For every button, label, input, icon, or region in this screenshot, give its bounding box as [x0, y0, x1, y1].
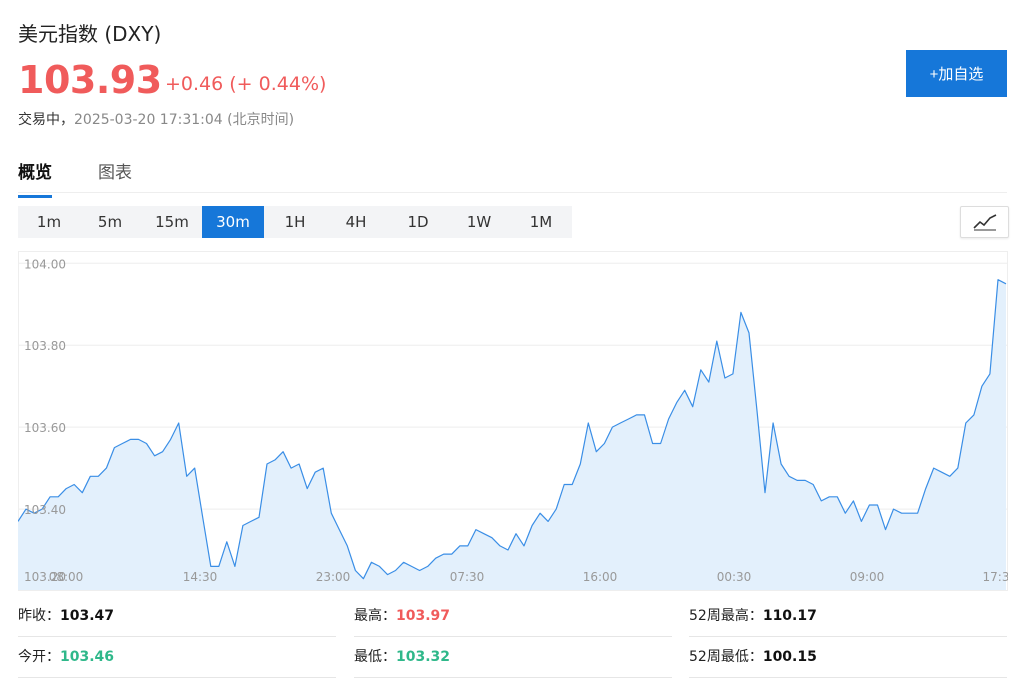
stat-prev-close: 昨收：103.47	[18, 596, 336, 637]
trading-status: 交易中，2025-03-20 17:31:04 (北京时间)	[18, 109, 294, 129]
x-tick-label: 07:30	[450, 570, 485, 584]
status-label: 交易中，	[18, 112, 74, 128]
line-chart-icon	[972, 214, 996, 231]
interval-1m[interactable]: 1m	[18, 206, 80, 238]
chart-type-toggle[interactable]	[960, 206, 1009, 238]
stats-table: 昨收：103.47 最高：103.97 52周最高：110.17 今开：103.…	[18, 596, 1007, 680]
x-tick-label: 16:00	[583, 570, 618, 584]
stat-high: 最高：103.97	[354, 596, 672, 637]
stat-52w-low: 52周最低：100.15	[689, 637, 1007, 678]
price-chart[interactable]: 103.20103.40103.60103.80104.0008:00 14:30…	[18, 251, 1008, 591]
low-value: 103.32	[396, 649, 451, 665]
y-tick-label: 103.60	[24, 421, 66, 435]
price-change: +0.46 (+ 0.44%)	[165, 73, 327, 95]
interval-4h[interactable]: 4H	[325, 206, 387, 238]
y-tick-label: 104.00	[24, 257, 66, 271]
tab-overview[interactable]: 概览	[18, 158, 52, 198]
prev-close-value: 103.47	[60, 608, 115, 624]
current-price: 103.93	[18, 58, 162, 102]
stat-52w-high: 52周最高：110.17	[689, 596, 1007, 637]
stat-low: 最低：103.32	[354, 637, 672, 678]
high-value: 103.97	[396, 608, 451, 624]
interval-1w[interactable]: 1W	[448, 206, 510, 238]
interval-15m[interactable]: 15m	[141, 206, 203, 238]
y-tick-label: 103.40	[24, 503, 66, 517]
add-watchlist-button[interactable]: +加自选	[906, 50, 1007, 97]
x-tick-label: 09:00	[850, 570, 885, 584]
tab-bar: 概览 图表	[18, 152, 1007, 198]
page-title: 美元指数 (DXY)	[18, 22, 162, 46]
timestamp: 2025-03-20 17:31:04 (北京时间)	[74, 112, 295, 128]
interval-1d[interactable]: 1D	[387, 206, 449, 238]
y-tick-label: 103.80	[24, 339, 66, 353]
interval-5m[interactable]: 5m	[79, 206, 141, 238]
x-tick-label: 08:00	[49, 570, 84, 584]
open-value: 103.46	[60, 649, 115, 665]
low52-value: 100.15	[762, 649, 817, 665]
interval-selector: 1m 5m 15m 30m 1H 4H 1D 1W 1M	[18, 206, 572, 238]
x-tick-label: 00:30	[717, 570, 752, 584]
x-tick-label: 17:3	[983, 570, 1008, 584]
interval-30m[interactable]: 30m	[202, 206, 264, 238]
interval-1mo[interactable]: 1M	[510, 206, 572, 238]
x-tick-label: 14:30	[183, 570, 218, 584]
x-tick-label: 23:00	[316, 570, 351, 584]
high52-value: 110.17	[762, 608, 817, 624]
interval-1h[interactable]: 1H	[264, 206, 326, 238]
stat-open: 今开：103.46	[18, 637, 336, 678]
tab-chart[interactable]: 图表	[98, 158, 132, 183]
